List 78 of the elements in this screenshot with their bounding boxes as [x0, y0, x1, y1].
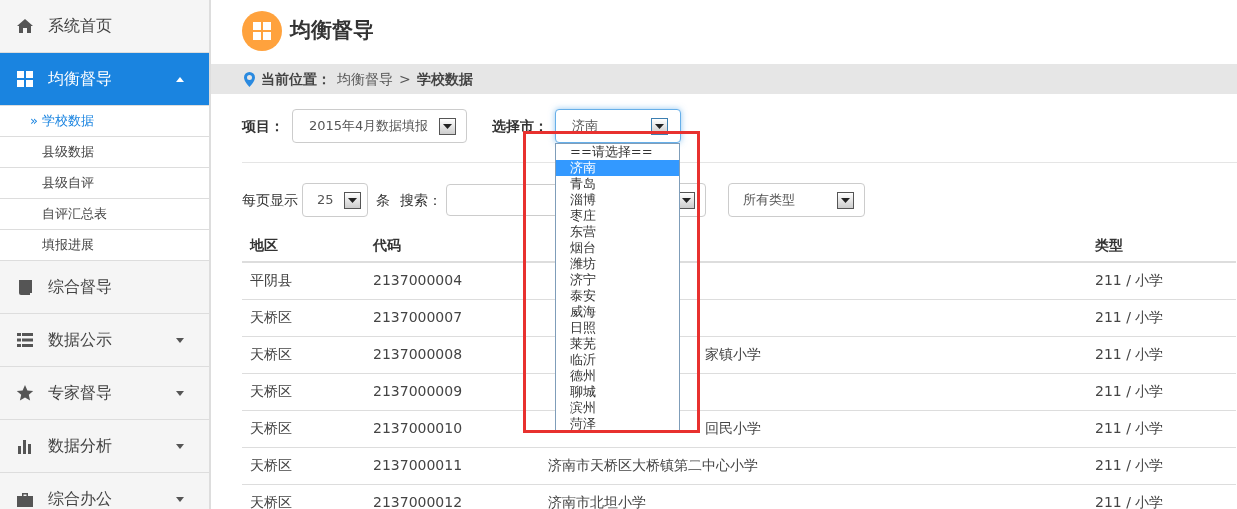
table-cell: 211 / 小学	[1087, 410, 1236, 447]
table-cell: 天桥区	[242, 447, 365, 484]
book-icon	[16, 278, 34, 296]
dropdown-option[interactable]: 菏泽	[556, 416, 679, 432]
table-cell: 天桥区	[242, 336, 365, 373]
breadcrumb-link[interactable]: 均衡督导	[337, 68, 393, 90]
table-cell: 天桥区	[242, 373, 365, 410]
dropdown-option[interactable]: 日照	[556, 320, 679, 336]
table-cell: 211 / 小学	[1087, 336, 1236, 373]
table-cell: 211 / 小学	[1087, 447, 1236, 484]
dropdown-option[interactable]: 威海	[556, 304, 679, 320]
dropdown-option[interactable]: 潍坊	[556, 256, 679, 272]
table-cell: 2137000011	[365, 447, 540, 484]
table-cell: 平阴县	[242, 262, 365, 299]
sidebar-item[interactable]: 数据分析	[0, 420, 209, 473]
table-cell: 2137000004	[365, 262, 540, 299]
page-title: 均衡督导	[290, 17, 374, 45]
type-select[interactable]: 所有类型	[728, 183, 865, 217]
table-cell: 天桥区	[242, 299, 365, 336]
table-cell: 2137000009	[365, 373, 540, 410]
dropdown-option[interactable]: 泰安	[556, 288, 679, 304]
sidebar-item[interactable]: 综合督导	[0, 261, 209, 314]
sidebar-item[interactable]: 均衡督导	[0, 53, 209, 106]
table-cell-text: 回民小学	[705, 419, 761, 438]
table-cell: 天桥区	[242, 410, 365, 447]
sidebar-item[interactable]: 综合办公	[0, 473, 209, 509]
table-cell: 211 / 小学	[1087, 299, 1236, 336]
grid-logo-icon	[242, 11, 282, 51]
submenu-item[interactable]: 县级自评	[0, 168, 209, 199]
project-label: 项目：	[242, 116, 284, 136]
table-cell: 211 / 小学	[1087, 262, 1236, 299]
table-cell: 天桥区	[242, 484, 365, 509]
table-cell: 2137000008	[365, 336, 540, 373]
submenu-item[interactable]: 自评汇总表	[0, 199, 209, 230]
location-pin-icon	[244, 71, 255, 87]
dropdown-option[interactable]: 淄博	[556, 192, 679, 208]
column-header: 类型	[1095, 236, 1123, 253]
dropdown-option[interactable]: 滨州	[556, 400, 679, 416]
city-label: 选择市：	[492, 116, 548, 136]
dropdown-option[interactable]: 莱芜	[556, 336, 679, 352]
grid-icon	[16, 70, 34, 88]
column-header: 代码	[373, 236, 401, 253]
submenu-item[interactable]: 填报进展	[0, 230, 209, 261]
breadcrumb-separator: >	[399, 69, 411, 89]
table-cell: 211 / 小学	[1087, 484, 1236, 509]
table-cell-text: 济南市北坦小学	[548, 493, 646, 509]
table-cell: 2137000007	[365, 299, 540, 336]
page-size-select[interactable]: 25	[302, 183, 368, 217]
unit-label: 条	[376, 190, 390, 210]
submenu-item[interactable]: » 学校数据	[0, 106, 209, 137]
search-label: 搜索：	[400, 190, 442, 210]
dropdown-option[interactable]: ==请选择==	[556, 144, 679, 160]
sidebar-item[interactable]: 专家督导	[0, 367, 209, 420]
dropdown-option[interactable]: 德州	[556, 368, 679, 384]
project-select[interactable]: 2015年4月数据填报	[292, 109, 467, 143]
dropdown-option[interactable]: 临沂	[556, 352, 679, 368]
submenu-item[interactable]: 县级数据	[0, 137, 209, 168]
home-icon	[16, 17, 34, 35]
dropdown-option[interactable]: 枣庄	[556, 208, 679, 224]
dropdown-option[interactable]: 青岛	[556, 176, 679, 192]
table-cell: 211 / 小学	[1087, 373, 1236, 410]
sidebar-item[interactable]: 数据公示	[0, 314, 209, 367]
star-icon	[16, 384, 34, 402]
table-cell: 2137000012	[365, 484, 540, 509]
table-cell-text: 济南市天桥区大桥镇第二中心小学	[548, 456, 758, 475]
table-cell: 2137000010	[365, 410, 540, 447]
bar-chart-icon	[16, 437, 34, 455]
briefcase-icon	[16, 490, 34, 508]
column-header: 地区	[250, 236, 278, 253]
page-size-label: 每页显示	[242, 190, 298, 210]
table-cell-text: 家镇小学	[705, 345, 761, 364]
list-icon	[16, 331, 34, 349]
breadcrumb-current: 学校数据	[416, 69, 473, 89]
dropdown-option[interactable]: 东营	[556, 224, 679, 240]
dropdown-option[interactable]: 济宁	[556, 272, 679, 288]
dropdown-option[interactable]: 烟台	[556, 240, 679, 256]
dropdown-option[interactable]: 聊城	[556, 384, 679, 400]
breadcrumb-label: 当前位置：	[261, 69, 331, 89]
